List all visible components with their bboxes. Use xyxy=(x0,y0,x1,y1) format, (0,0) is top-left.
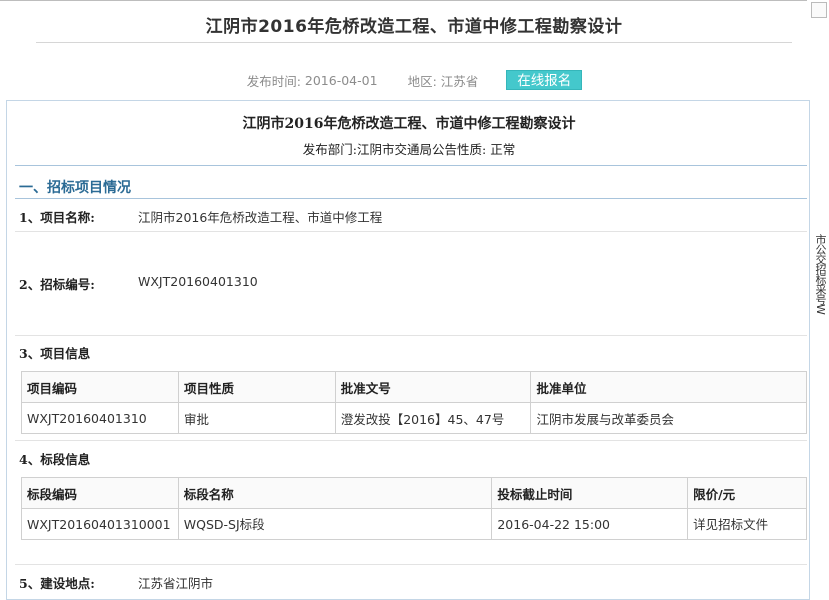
table-cell: 详见招标文件 xyxy=(687,508,807,540)
table-cell: WQSD-SJ标段 xyxy=(177,508,493,540)
publish-label: 发布时间: xyxy=(246,73,301,89)
section-divider xyxy=(15,198,807,199)
lot-info-label: 4、标段信息 xyxy=(19,452,91,467)
project-info-table: 项目编码 项目性质 批准文号 批准单位 WXJT20160401310 审批 澄… xyxy=(21,371,807,434)
title-divider xyxy=(36,42,792,43)
region-label: 地区: xyxy=(407,73,437,89)
page-title: 江阴市2016年危桥改造工程、市道中修工程勘察设计 xyxy=(205,17,623,37)
document-title: 江阴市2016年危桥改造工程、市道中修工程勘察设计 xyxy=(242,116,576,132)
table-header: 标段名称 xyxy=(177,477,493,509)
table-row: WXJT20160401310001 WQSD-SJ标段 2016-04-22 … xyxy=(21,508,807,540)
table-header: 限价/元 xyxy=(687,477,807,509)
project-info-label: 3、项目信息 xyxy=(19,346,91,361)
document-subtitle: 发布部门:江阴市交通局公告性质: 正常 xyxy=(302,142,516,157)
side-floating-text[interactable]: 市公交招标采号W xyxy=(812,234,828,314)
project-name-label: 1、项目名称: xyxy=(19,210,95,225)
row-divider xyxy=(15,335,807,336)
table-header: 项目编码 xyxy=(21,371,179,403)
scroll-corner xyxy=(811,2,827,18)
announcement-panel: 江阴市2016年危桥改造工程、市道中修工程勘察设计 发布部门:江阴市交通局公告性… xyxy=(6,100,810,600)
table-cell: WXJT20160401310 xyxy=(21,402,179,434)
table-header-row: 标段编码 标段名称 投标截止时间 限价/元 xyxy=(21,477,807,509)
table-header: 标段编码 xyxy=(21,477,179,509)
meta-bar: 发布时间: 2016-04-01 地区: 江苏省 在线报名 xyxy=(0,69,829,91)
online-signup-button[interactable]: 在线报名 xyxy=(506,70,583,90)
row-divider xyxy=(15,564,807,565)
row-divider xyxy=(15,440,807,441)
table-header: 项目性质 xyxy=(177,371,336,403)
table-header: 投标截止时间 xyxy=(491,477,689,509)
project-name-value: 江阴市2016年危桥改造工程、市道中修工程 xyxy=(138,210,383,225)
location-label: 5、建设地点: xyxy=(19,576,95,591)
table-row: WXJT20160401310 审批 澄发改投【2016】45、47号 江阴市发… xyxy=(21,402,807,434)
region-value: 江苏省 xyxy=(440,73,479,89)
table-cell: 澄发改投【2016】45、47号 xyxy=(334,402,532,434)
table-cell: 审批 xyxy=(177,402,336,434)
location-value: 江苏省江阴市 xyxy=(138,576,214,591)
window-top-border xyxy=(0,0,807,1)
section-divider xyxy=(15,165,807,166)
bid-number-label: 2、招标编号: xyxy=(19,277,95,292)
table-header: 批准文号 xyxy=(334,371,532,403)
table-header: 批准单位 xyxy=(530,371,807,403)
table-header-row: 项目编码 项目性质 批准文号 批准单位 xyxy=(21,371,807,403)
lot-info-table: 标段编码 标段名称 投标截止时间 限价/元 WXJT20160401310001… xyxy=(21,477,807,540)
table-cell: WXJT20160401310001 xyxy=(21,508,179,540)
section-heading: 一、招标项目情况 xyxy=(19,180,131,196)
publish-date: 2016-04-01 xyxy=(304,72,378,88)
bid-number-value: WXJT20160401310 xyxy=(138,274,258,289)
table-cell: 江阴市发展与改革委员会 xyxy=(530,402,807,434)
row-divider xyxy=(15,231,807,232)
table-cell: 2016-04-22 15:00 xyxy=(491,508,689,540)
